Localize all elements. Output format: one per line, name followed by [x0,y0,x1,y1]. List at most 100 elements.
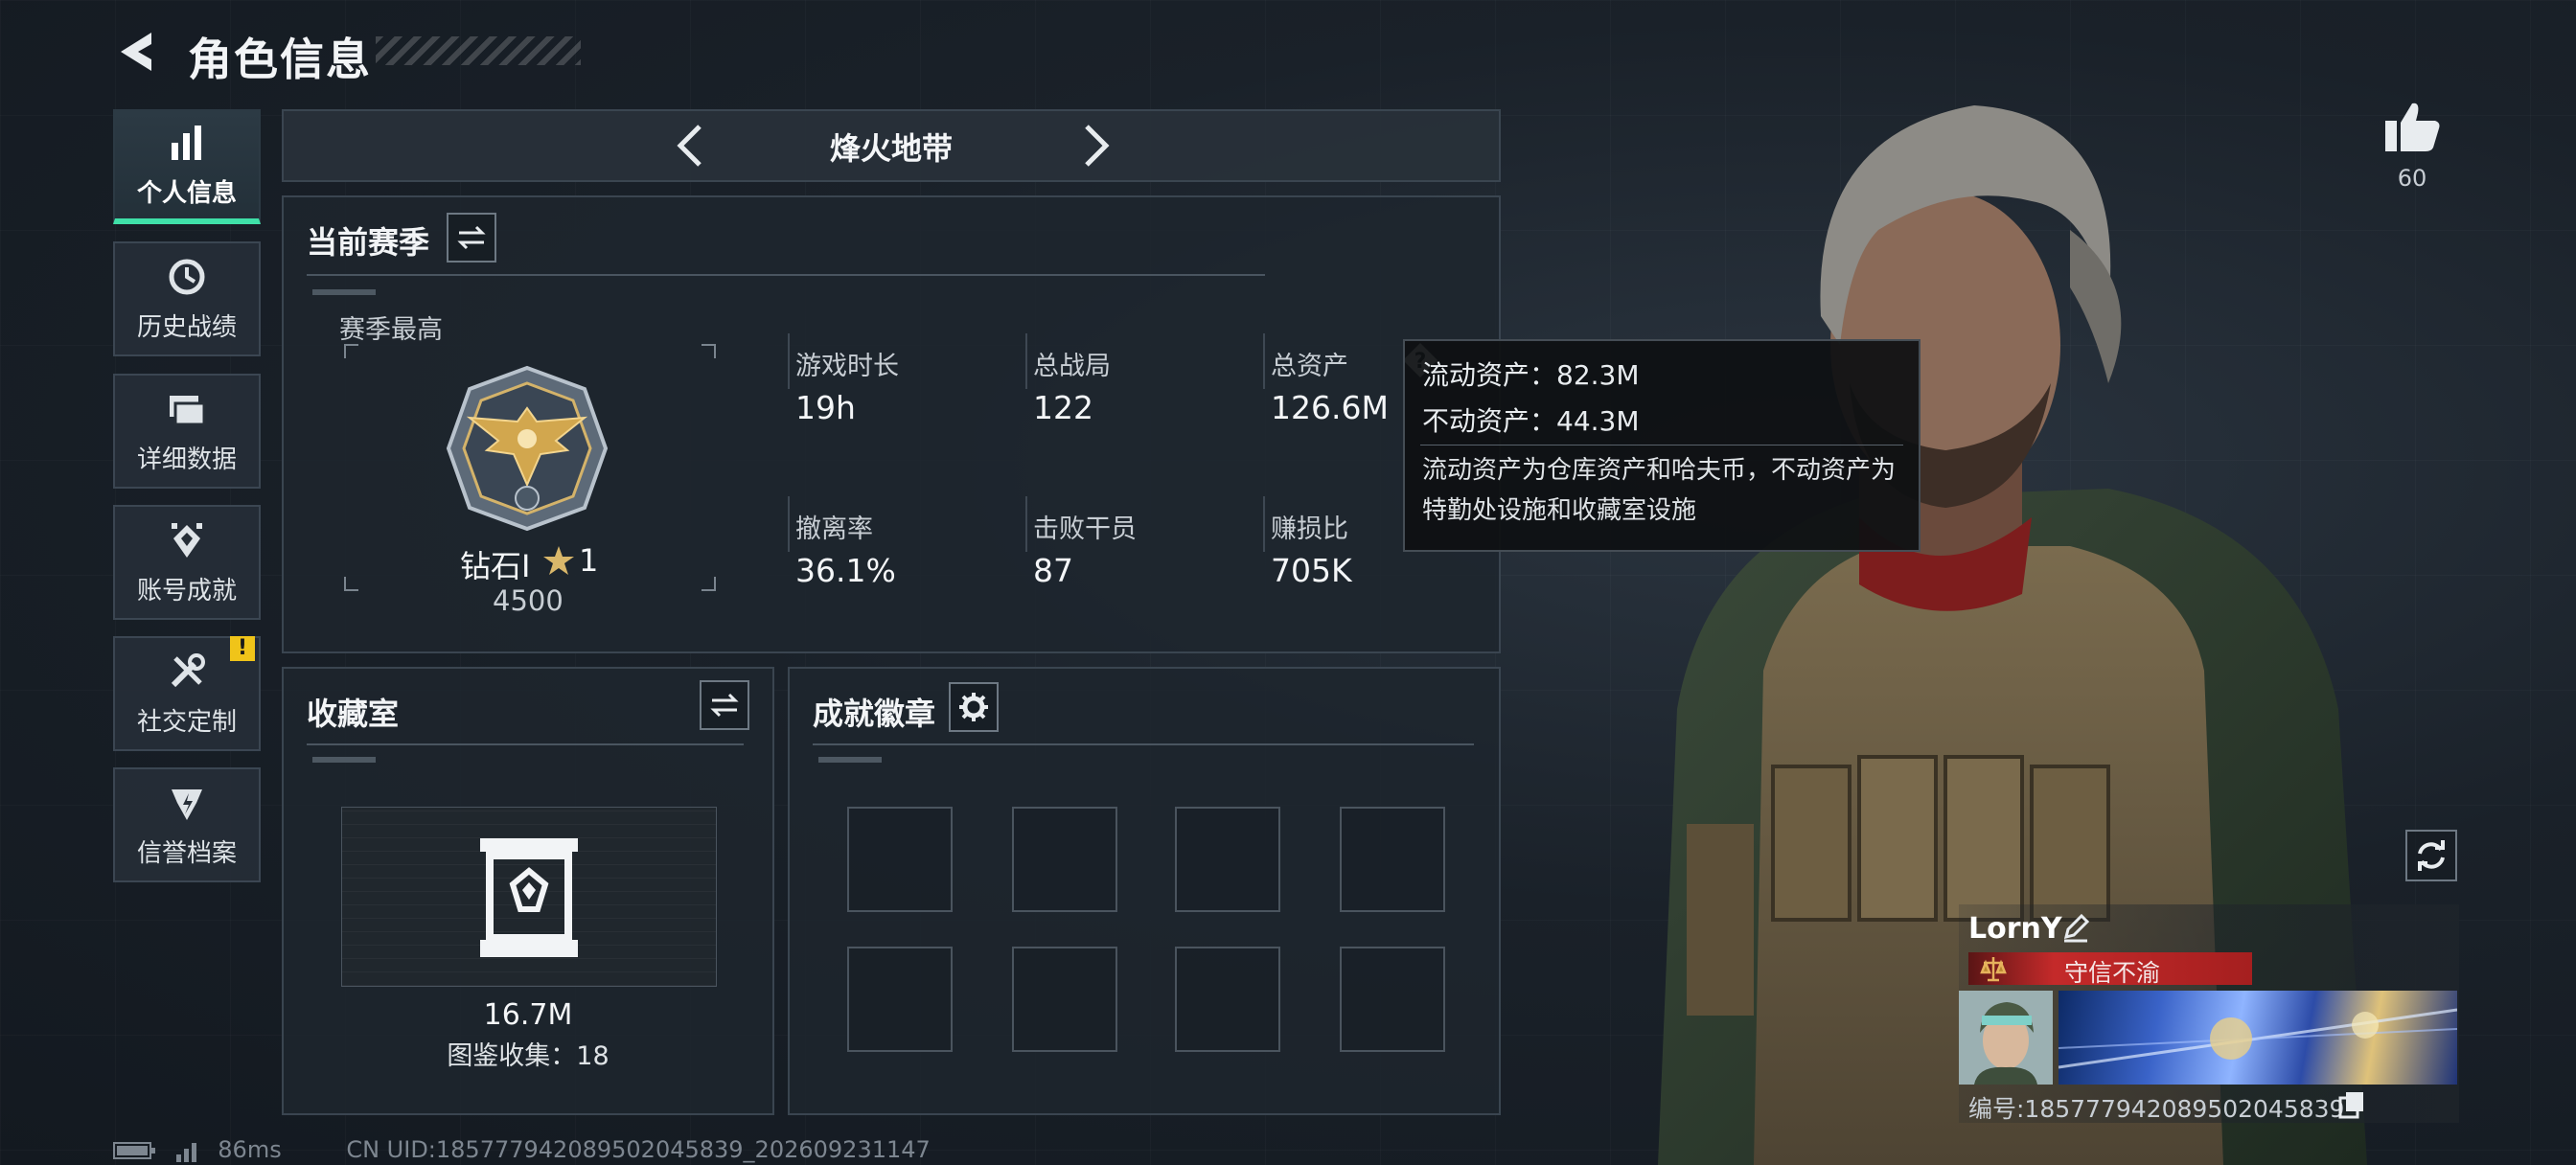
badges-settings-button[interactable] [949,682,999,732]
notification-badge: ! [230,636,255,661]
collection-preview[interactable] [341,807,717,987]
tooltip-fixed-assets: 不动资产：44.3M [1422,405,1640,437]
stat-value-total-matches: 122 [1033,389,1093,426]
mode-next-button[interactable] [1070,121,1119,171]
page-title: 角色信息 [188,34,372,85]
player-card: LornY 守信不渝 编号:18577794208950204583​9 [1959,904,2459,1123]
badge-slot[interactable] [1340,947,1445,1052]
stat-value-playtime: 19h [795,389,856,426]
battery-icon [113,1142,155,1159]
diamond-rank-emblem-icon [446,365,609,532]
badge-slot[interactable] [1340,807,1445,912]
sidebar-item-social-custom[interactable]: 社交定制 ! [113,636,261,751]
avatar-portrait [1959,991,2053,1085]
asset-tooltip: 流动资产：82.3M 不动资产：44.3M 流动资产为仓库资产和哈夫币，不动资产… [1403,339,1920,552]
mode-selector: 烽火地带 [282,109,1501,182]
stat-value-profit-ratio: 705K [1271,552,1352,589]
divider [307,274,1265,276]
like-button[interactable]: 60 [2380,100,2444,192]
sidebar-item-label: 账号成就 [136,576,237,605]
back-button[interactable] [113,27,163,77]
badge-slot[interactable] [847,807,953,912]
decor-tick [818,757,882,763]
player-title-tag[interactable]: 守信不渝 [1968,952,2252,987]
badge-slot[interactable] [1175,807,1280,912]
sidebar-item-personal-info[interactable]: 个人信息 [113,109,261,224]
sidebar-item-label: 历史战绩 [136,312,237,342]
refresh-icon [2418,840,2445,871]
stat-label-total-assets: 总资产 [1271,352,1348,381]
badge-slot[interactable] [1012,807,1117,912]
reputation-emblem-icon [172,788,202,820]
title-decoration [376,36,581,65]
tooltip-description: 流动资产为仓库资产和哈夫币，不动资产为特勤处设施和收藏室设施 [1422,456,1897,525]
stat-label-total-matches: 总战局 [1033,352,1111,381]
sidebar-item-reputation[interactable]: 信誉档案 [113,767,261,882]
avatar[interactable] [1959,991,2053,1085]
wrench-tools-icon [171,652,205,687]
stat-separator [1263,496,1265,552]
sidebar-item-match-history[interactable]: 历史战绩 [113,241,261,356]
collection-switch-button[interactable] [700,680,749,730]
player-title: 守信不渝 [2064,959,2161,987]
display-case-icon [480,838,578,957]
signal-icon [175,1143,196,1162]
achievement-badges-panel: 成就徽章 [788,667,1501,1115]
divider [813,743,1474,745]
badge-slot[interactable] [1012,947,1117,1052]
divider [307,743,744,745]
rank-score: 4500 [493,584,564,617]
like-count: 60 [2397,165,2427,192]
player-id: 编号:18577794208950204583​9 [1968,1095,2345,1123]
stat-label-playtime: 游戏时长 [795,352,899,381]
banner-artwork [2058,1008,2457,1069]
status-footer: 86ms CN UID:1857779420895020458​39_20260… [113,1136,931,1163]
copy-icon[interactable] [2338,1090,2365,1119]
refresh-button[interactable] [2405,830,2457,881]
swap-arrows-icon [710,693,739,718]
stat-separator [1025,333,1027,389]
stat-value-operators-defeated: 87 [1033,552,1073,589]
collection-catalog-count: 图鉴收集：18 [447,1041,610,1071]
ping-value: 86ms [218,1136,282,1163]
stat-label-operators-defeated: 击败干员 [1033,514,1137,544]
edit-name-icon[interactable] [2060,912,2091,943]
achievement-diamond-icon [172,522,202,558]
sidebar-item-label: 个人信息 [136,178,237,208]
tooltip-liquid-assets: 流动资产：82.3M [1422,359,1640,391]
stat-separator [788,496,790,552]
stat-value-extraction-rate: 36.1% [795,552,896,589]
badges-title: 成就徽章 [813,696,936,732]
sidebar-item-detailed-data[interactable]: 详细数据 [113,374,261,489]
season-switch-button[interactable] [447,213,496,263]
decor-tick [312,289,376,295]
collection-value: 16.7M [483,998,573,1032]
swap-arrows-icon [457,225,486,250]
sidebar-item-label: 详细数据 [136,445,237,474]
history-clock-icon [169,259,205,294]
badge-slot[interactable] [1175,947,1280,1052]
stat-separator [1263,333,1265,389]
thumbs-up-icon [2385,103,2440,151]
stat-separator [788,333,790,389]
sidebar-item-label: 信誉档案 [136,838,237,868]
uid-text: CN UID:1857779420895020458​39_2026092311… [346,1136,931,1163]
collection-title: 收藏室 [307,696,400,732]
collection-room-panel: 收藏室 16.7M 图鉴收集：18 [282,667,774,1115]
season-best-label: 赛季最高 [339,315,443,345]
stat-separator [1025,496,1027,552]
sidebar-item-account-achievements[interactable]: 账号成就 [113,505,261,620]
star-icon [543,546,574,575]
scales-emblem-icon [1980,957,2007,982]
current-season-panel: 当前赛季 赛季最高 钻石Ⅰ 1 4500 游戏时长 19h 总战局 122 总资… [282,195,1501,653]
mode-name: 烽火地带 [829,130,953,167]
stat-label-profit-ratio: 赚损比 [1271,514,1348,544]
rank-stars: 1 [579,542,599,579]
decor-tick [312,757,376,763]
folder-stack-icon [170,395,206,425]
gear-icon [959,693,988,721]
player-name: LornY [1968,912,2062,946]
stat-value-total-assets: 126.6M [1271,389,1389,426]
badge-slot[interactable] [847,947,953,1052]
profile-banner[interactable] [2058,991,2457,1085]
